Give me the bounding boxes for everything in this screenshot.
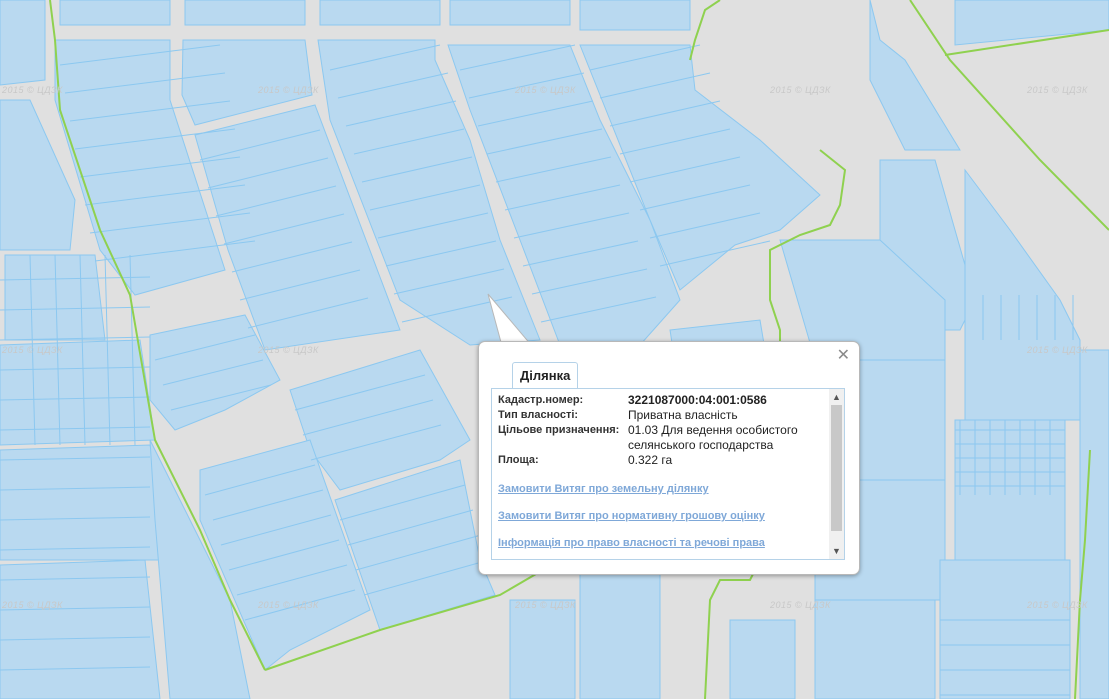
watermark-text: 2015 © ЦДЗК (2, 85, 63, 95)
watermark-text: 2015 © ЦДЗК (515, 85, 576, 95)
field-label: Площа: (498, 454, 539, 466)
watermark-text: 2015 © ЦДЗК (1027, 345, 1088, 355)
watermark-text: 2015 © ЦДЗК (770, 600, 831, 610)
scroll-up-icon[interactable]: ▲ (831, 391, 842, 403)
parcel-block (184, 0, 306, 26)
parcel-info-popup: ✕ Ділянка Кадастр.номер: 3221087000:04:0… (478, 341, 860, 575)
parcel-block (0, 0, 46, 86)
parcel-block (509, 599, 576, 699)
watermark-text: 2015 © ЦДЗК (770, 85, 831, 95)
field-row: Тип власності: Приватна власність (498, 408, 823, 423)
info-content: Кадастр.номер: 3221087000:04:001:0586 Ти… (498, 393, 823, 549)
scrollbar[interactable]: ▲ ▼ (829, 389, 844, 559)
parcel-block (579, 0, 691, 31)
parcel-block (954, 0, 1109, 46)
scrollbar-thumb[interactable] (831, 405, 842, 531)
parcel-block (939, 559, 1071, 699)
field-label: Кадастр.номер: (498, 394, 584, 406)
parcel-block (729, 619, 796, 699)
ownership-info-link[interactable]: Інформація про право власності та речові… (498, 537, 823, 549)
info-panel: Кадастр.номер: 3221087000:04:001:0586 Ти… (491, 388, 845, 560)
parcel-block (59, 0, 171, 26)
watermark-text: 2015 © ЦДЗК (1027, 600, 1088, 610)
tab-parcel[interactable]: Ділянка (512, 362, 579, 389)
parcel-block (814, 599, 936, 699)
watermark-text: 2015 © ЦДЗК (258, 85, 319, 95)
ownership-value: Приватна власність (628, 408, 738, 422)
purpose-value: 01.03 Для ведення особистого селянського… (628, 423, 798, 452)
watermark-text: 2015 © ЦДЗК (258, 600, 319, 610)
order-valuation-link[interactable]: Замовити Витяг про нормативну грошову оц… (498, 510, 823, 522)
cadastral-number-value: 3221087000:04:001:0586 (628, 393, 767, 407)
field-row: Площа: 0.322 га (498, 453, 823, 468)
boundary-line (689, 0, 721, 61)
area-value: 0.322 га (628, 453, 673, 467)
watermark-text: 2015 © ЦДЗК (258, 345, 319, 355)
field-label: Тип власності: (498, 409, 579, 421)
parcel-block (0, 559, 161, 699)
parcel-block (964, 168, 1081, 421)
parcel-block (954, 419, 1066, 561)
field-row: Цільове призначення: 01.03 Для ведення о… (498, 423, 823, 453)
parcel-block (449, 0, 571, 26)
parcel-block (869, 0, 961, 151)
parcel-block (579, 559, 661, 699)
order-extract-link[interactable]: Замовити Витяг про земельну ділянку (498, 483, 823, 495)
parcel-block (319, 0, 441, 26)
parcel-block (0, 444, 176, 561)
watermark-text: 2015 © ЦДЗК (515, 600, 576, 610)
watermark-text: 2015 © ЦДЗК (1027, 85, 1088, 95)
watermark-text: 2015 © ЦДЗК (2, 345, 63, 355)
scroll-down-icon[interactable]: ▼ (831, 545, 842, 557)
watermark-text: 2015 © ЦДЗК (2, 600, 63, 610)
field-row: Кадастр.номер: 3221087000:04:001:0586 (498, 393, 823, 408)
parcel-block (1079, 349, 1109, 699)
field-label: Цільове призначення: (498, 424, 620, 436)
close-icon[interactable]: ✕ (837, 348, 850, 364)
